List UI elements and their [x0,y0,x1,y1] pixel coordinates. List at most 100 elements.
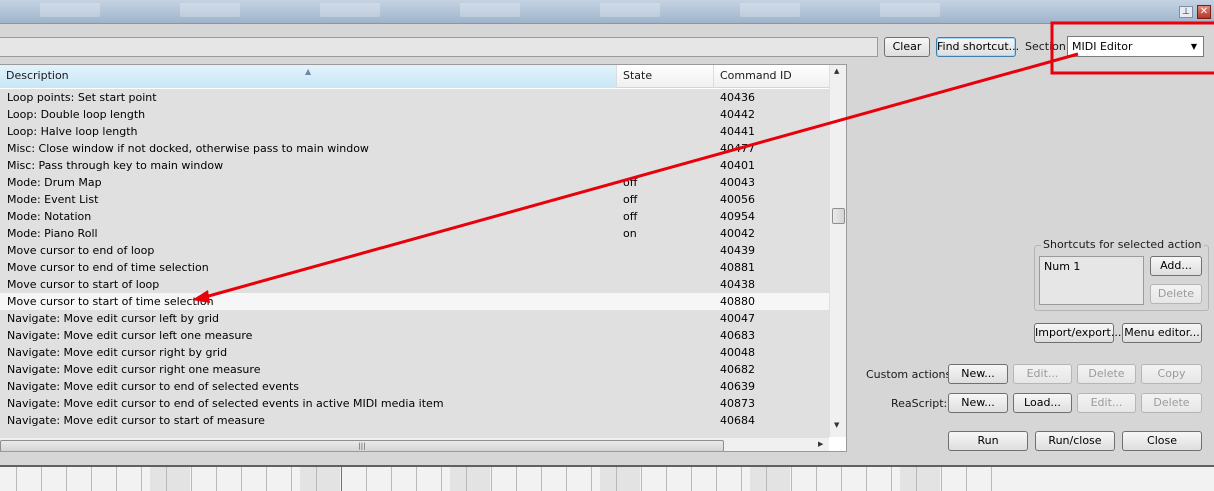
table-row[interactable]: Navigate: Move edit cursor left one meas… [0,327,829,344]
column-header-state[interactable]: State [617,65,714,88]
column-header-description[interactable]: Description ▲ [0,65,617,88]
pin-icon[interactable]: ⊥ [1179,6,1193,18]
ruler-measure-block [150,467,190,491]
close-icon[interactable]: ✕ [1197,5,1211,19]
ruler-measure-block [450,467,490,491]
table-row[interactable]: Navigate: Move edit cursor left by grid 4… [0,310,829,327]
action-list[interactable]: Description ▲ State Command ID Loop poin… [0,64,847,452]
table-row[interactable]: Move cursor to end of time selection 4088… [0,259,829,276]
custom-action-edit-button[interactable]: Edit... [1013,364,1072,384]
close-button[interactable]: Close [1122,431,1202,451]
action-state: off [623,176,638,189]
table-row[interactable]: Loop: Double loop length 40442 [0,106,829,123]
ruler-tick [616,467,617,491]
action-command-id: 40442 [720,108,755,121]
table-row[interactable]: Move cursor to end of loop 40439 [0,242,829,259]
action-command-id: 40881 [720,261,755,274]
scroll-down-icon[interactable]: ▼ [834,421,839,429]
table-row[interactable]: Mode: Drum Map off 40043 [0,174,829,191]
table-row[interactable]: Loop: Halve loop length 40441 [0,123,829,140]
action-command-id: 40477 [720,142,755,155]
action-state: off [623,193,638,206]
table-row[interactable]: Navigate: Move edit cursor right one mea… [0,361,829,378]
action-command-id: 40438 [720,278,755,291]
ruler-tick [491,467,492,491]
action-description: Loop points: Set start point [7,91,157,104]
ruler-tick [541,467,542,491]
action-command-id: 40401 [720,159,755,172]
table-row[interactable]: Mode: Piano Roll on 40042 [0,225,829,242]
titlebar-glass [740,3,800,17]
ruler-tick [466,467,467,491]
find-shortcut-button[interactable]: Find shortcut... [936,37,1019,57]
section-dropdown[interactable]: MIDI Editor ▼ [1067,36,1204,57]
import-export-button[interactable]: Import/export... [1034,323,1121,343]
table-row[interactable]: Navigate: Move edit cursor to end of sel… [0,378,829,395]
shortcut-item[interactable]: Num 1 [1044,260,1080,273]
table-row[interactable]: Move cursor to start of loop 40438 [0,276,829,293]
action-description: Navigate: Move edit cursor to end of sel… [7,397,444,410]
action-command-id: 40048 [720,346,755,359]
action-description: Move cursor to end of loop [7,244,155,257]
action-command-id: 40682 [720,363,755,376]
action-command-id: 40683 [720,329,755,342]
scroll-up-icon[interactable]: ▲ [834,67,839,75]
custom-action-new-button[interactable]: New... [948,364,1008,384]
action-command-id: 40639 [720,380,755,393]
scroll-right-icon[interactable]: ▶ [818,440,823,448]
table-row[interactable]: Move cursor to start of time selection 40… [0,293,829,310]
column-header-description-label: Description [6,69,69,82]
ruler-tick [291,467,292,491]
reascript-new-button[interactable]: New... [948,393,1008,413]
action-description: Move cursor to start of loop [7,278,160,291]
section-value: MIDI Editor [1072,40,1133,53]
reascript-label: ReaScript: [891,397,948,410]
run-close-button[interactable]: Run/close [1035,431,1115,451]
reascript-edit-button[interactable]: Edit... [1077,393,1136,413]
action-description: Mode: Notation [7,210,92,223]
menu-editor-button[interactable]: Menu editor... [1122,323,1202,343]
ruler-tick [591,467,592,491]
column-header-command-id[interactable]: Command ID [714,65,829,88]
horizontal-scrollbar[interactable]: ||| ▶ [0,437,829,451]
vertical-scroll-thumb[interactable] [832,208,845,224]
table-row[interactable]: Navigate: Move edit cursor to start of m… [0,412,829,429]
reascript-delete-button[interactable]: Delete [1141,393,1202,413]
ruler-tick [16,467,17,491]
ruler-tick [316,467,317,491]
custom-action-copy-button[interactable]: Copy [1141,364,1202,384]
add-shortcut-button[interactable]: Add... [1150,256,1202,276]
titlebar-glass [880,3,940,17]
run-button[interactable]: Run [948,431,1028,451]
table-row[interactable]: Navigate: Move edit cursor right by grid… [0,344,829,361]
shortcut-list[interactable]: Num 1 [1039,256,1144,305]
sort-ascending-icon: ▲ [305,67,312,76]
reascript-load-button[interactable]: Load... [1013,393,1072,413]
ruler-tick [841,467,842,491]
ruler-measure-block [300,467,340,491]
action-command-id: 40880 [720,295,755,308]
ruler-tick [991,467,992,491]
table-row[interactable]: Misc: Pass through key to main window 404… [0,157,829,174]
custom-action-delete-button[interactable]: Delete [1077,364,1136,384]
ruler-measure-block [750,467,790,491]
action-description: Navigate: Move edit cursor left one meas… [7,329,253,342]
horizontal-scroll-thumb[interactable]: ||| [0,440,724,451]
ruler-tick [716,467,717,491]
vertical-scrollbar[interactable]: ▲ ▼ [829,65,846,437]
titlebar-glass [320,3,380,17]
ruler-tick [816,467,817,491]
delete-shortcut-button[interactable]: Delete [1150,284,1202,304]
table-row[interactable]: Loop points: Set start point 40436 [0,89,829,106]
table-row[interactable]: Navigate: Move edit cursor to end of sel… [0,395,829,412]
action-command-id: 40684 [720,414,755,427]
list-header: Description ▲ State Command ID [0,65,829,88]
table-row[interactable]: Mode: Event List off 40056 [0,191,829,208]
window-title-bar: ⊥ ✕ [0,0,1214,24]
ruler-tick [691,467,692,491]
timeline-ruler [0,465,1214,491]
table-row[interactable]: Mode: Notation off 40954 [0,208,829,225]
table-row[interactable]: Misc: Close window if not docked, otherw… [0,140,829,157]
filter-input[interactable] [0,37,878,57]
clear-button[interactable]: Clear [884,37,930,57]
